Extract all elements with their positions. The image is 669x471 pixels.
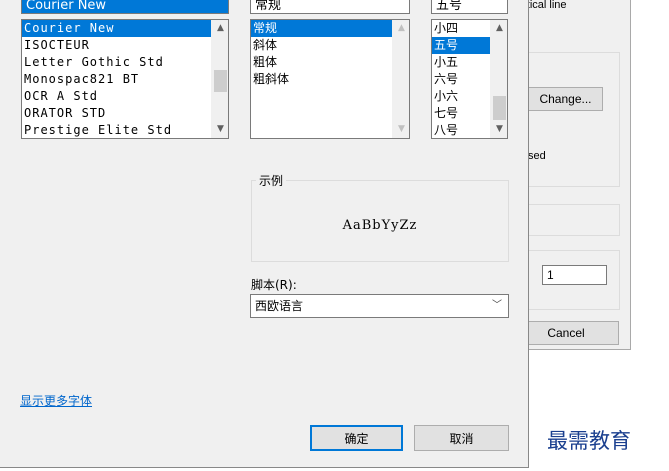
font-list-item[interactable]: OCR A Std [22,88,228,105]
watermark-text: 最需教育 [547,429,631,453]
font-name-input[interactable]: Courier New [21,0,229,14]
scroll-down-icon[interactable]: ▼ [212,121,228,138]
font-style-list[interactable]: 常规 斜体 粗体 粗斜体 ▲ ▼ [250,19,410,139]
font-list-item[interactable]: ORATOR STD [22,105,228,122]
sample-label: 示例 [256,172,287,189]
style-list-item[interactable]: 常规 [251,20,409,37]
chevron-down-icon[interactable]: ﹀ [492,295,502,317]
font-size-input[interactable]: 五号 [431,0,508,14]
script-select-value: 西欧语言 [255,299,304,313]
scroll-up-icon[interactable]: ▲ [212,20,228,37]
font-list-item[interactable]: Prestige Elite Std [22,122,228,138]
show-more-fonts-link[interactable]: 显示更多字体 [20,392,92,409]
used-label: sed [528,150,546,162]
change-button[interactable]: Change... [528,87,603,111]
scroll-up-icon[interactable]: ▲ [393,20,409,37]
number-input[interactable]: 1 [542,265,607,285]
font-list-item[interactable]: Courier New [22,20,228,37]
scroll-down-icon[interactable]: ▼ [491,121,507,138]
font-list-scrollbar[interactable]: ▲ ▼ [211,20,228,138]
font-size-list[interactable]: 小四 五号 小五 六号 小六 七号 八号 ▲ ▼ [431,19,508,139]
scroll-thumb[interactable] [493,96,506,120]
font-list[interactable]: Courier New ISOCTEUR Letter Gothic Std Mono… [21,19,229,139]
scroll-down-icon[interactable]: ▼ [393,121,409,138]
ok-button[interactable]: 确定 [310,425,403,451]
scroll-up-icon[interactable]: ▲ [491,20,507,37]
scroll-thumb[interactable] [214,70,227,92]
font-list-item[interactable]: Letter Gothic Std [22,54,228,71]
style-list-item[interactable]: 粗斜体 [251,71,409,88]
font-list-item[interactable]: Monospac821 BT [22,71,228,88]
script-label: 脚本(R): [251,278,297,292]
style-list-item[interactable]: 斜体 [251,37,409,54]
font-list-item[interactable]: ISOCTEUR [22,37,228,54]
cancel-button[interactable]: 取消 [414,425,509,451]
size-list-scrollbar[interactable]: ▲ ▼ [490,20,507,138]
sample-preview-text: AaBbYyZz [342,218,418,233]
style-list-item[interactable]: 粗体 [251,54,409,71]
font-style-input[interactable]: 常规 [250,0,410,14]
style-list-scrollbar[interactable]: ▲ ▼ [392,20,409,138]
script-select[interactable]: 西欧语言 ﹀ [250,294,509,318]
